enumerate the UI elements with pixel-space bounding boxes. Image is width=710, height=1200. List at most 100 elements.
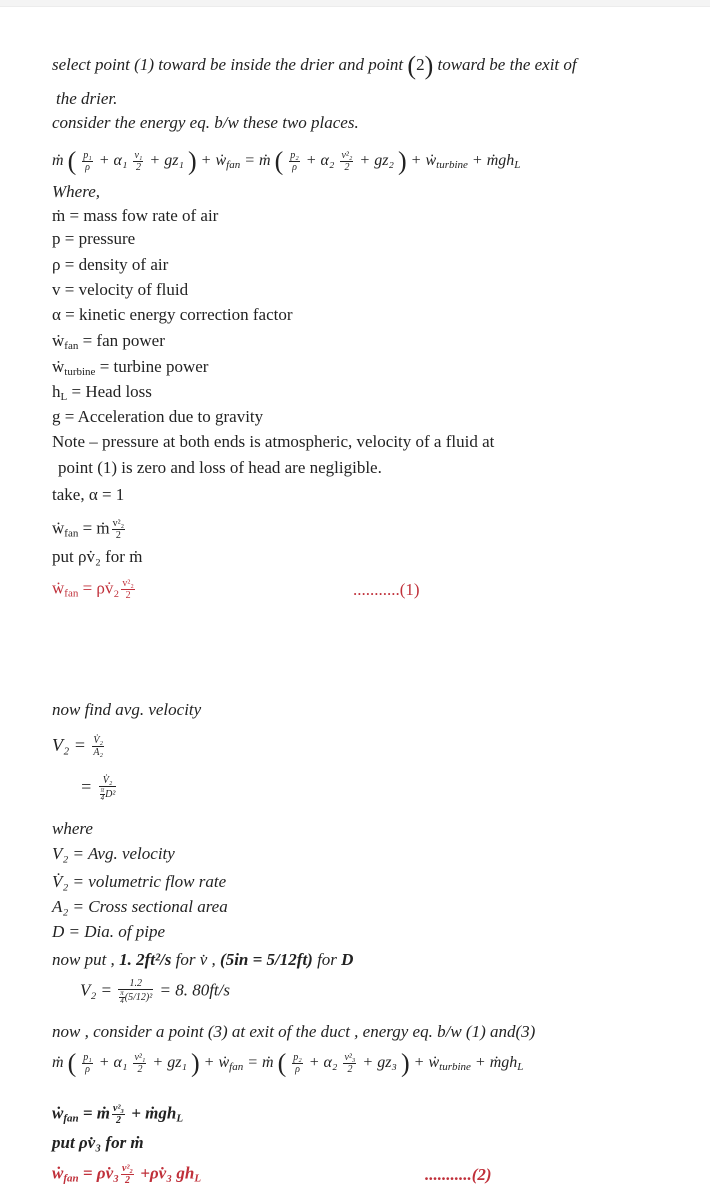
math-token: = pressure (64, 229, 136, 248)
point3-line: now , consider a point (3) at exit of th… (52, 1022, 536, 1041)
math-token: A₂ (52, 897, 69, 916)
math-token: = mass fow rate of air (69, 206, 219, 225)
math-token: fan (64, 527, 79, 540)
fraction: V̇₂ π 4 D² (98, 775, 117, 802)
math-token: L (60, 391, 68, 403)
math-token: = ρv̇₃ (82, 1163, 120, 1183)
definition-item: ẇfan = fan power (52, 331, 165, 352)
math-token: α₁ (113, 152, 128, 170)
math-token: + ṁgh (131, 1103, 177, 1123)
math-token: g (52, 407, 61, 426)
math-token: = Avg. velocity (72, 844, 175, 863)
parenthesis: ) (398, 146, 407, 176)
where-heading: Where, (52, 182, 100, 201)
math-token: ẇ (428, 1054, 440, 1072)
math-token: v (52, 280, 61, 299)
math-token: p₁ (82, 1052, 93, 1064)
math-token: L (176, 1112, 184, 1125)
math-token: h (52, 382, 61, 401)
math-token: for (317, 950, 337, 969)
parenthesis: ( (407, 51, 417, 81)
velocity-definition: V₂ = Avg. velocity (52, 844, 175, 864)
fraction: v²₂ 2 (121, 1163, 134, 1186)
math-token: ẇ (52, 1163, 64, 1183)
math-token: + ṁgh (471, 152, 515, 170)
math-token: v₁ (133, 150, 144, 162)
put-line-2: put ρv̇₃ for ṁ (52, 1133, 144, 1152)
math-token: α₂ (323, 1054, 338, 1072)
fraction: v²₂ 2 (111, 518, 126, 541)
math-token: α₁ (113, 1054, 128, 1072)
math-token: D² (105, 788, 116, 800)
math-token: (5/12)² (124, 991, 153, 1003)
math-token: 2 (125, 1175, 131, 1186)
math-token: = Dia. of pipe (68, 922, 165, 941)
math-token: α (52, 305, 61, 324)
math-token: 1. 2ft²/s (119, 950, 172, 969)
math-token: = velocity of fluid (64, 280, 189, 299)
math-token: turbine (64, 366, 96, 378)
substitution-line: now put , 1. 2ft²/s for v̇ , (5in = 5/12… (52, 950, 353, 970)
math-token: V₂ (52, 844, 69, 863)
math-token: +ρv̇₃ gh (140, 1163, 195, 1183)
take-alpha: take, α = 1 (52, 485, 125, 504)
definition-item: g = Acceleration due to gravity (52, 407, 263, 427)
energy-equation-2: ṁ ( p₁ ρ + α₁ v²₁ 2 + gz₁ ) + ẇfan = ṁ ( p… (52, 1048, 524, 1078)
math-token: gz₁ (164, 152, 184, 170)
math-token: = density of air (64, 255, 169, 274)
parenthesis: ( (274, 146, 284, 176)
v2-equation-expanded: = V̇₂ π 4 D² (80, 775, 118, 802)
math-token: ρ (85, 1064, 90, 1075)
math-token: 2 (115, 530, 121, 541)
note-line-1: Note – pressure at both ends is atmosphe… (52, 432, 495, 451)
math-token: = 8. 80ft/s (159, 980, 230, 1000)
math-token: gz₁ (167, 1054, 187, 1072)
math-token: ṁ (52, 1054, 64, 1072)
math-token: = (80, 776, 93, 797)
math-token: v²₁ (133, 1052, 147, 1064)
math-token: gz₂ (374, 152, 394, 170)
math-token: ṁ (52, 152, 64, 170)
math-token: v²₂ (121, 1163, 134, 1175)
parenthesis: ( (67, 146, 77, 176)
parenthesis: ( (277, 1048, 287, 1078)
math-token: fan (63, 1112, 79, 1125)
avg-velocity-heading: now find avg. velocity (52, 700, 202, 719)
math-token: v²₃ (112, 1103, 125, 1115)
fraction: v²₂ 2 (121, 578, 135, 601)
intro-text: select point (52, 55, 130, 74)
fraction: p₂ ρ (292, 1052, 303, 1075)
wfan-equation-2: ẇfan = ṁ v²₃ 2 + ṁghL (52, 1103, 183, 1126)
math-token: fan (64, 587, 79, 600)
fraction: p₂ ρ (289, 150, 300, 173)
definition-item: hL = Head loss (52, 382, 152, 403)
math-token: (5in = 5/12ft) (220, 950, 313, 969)
definition-item: α = kinetic energy correction factor (52, 305, 293, 325)
top-border (0, 0, 710, 7)
wfan-equation: ẇfan = ṁ v²₂ 2 (52, 518, 127, 541)
math-token: ẇ (215, 152, 227, 170)
math-token: ẇ (52, 518, 65, 538)
math-token: 2 (347, 1064, 353, 1075)
math-token: 2 (125, 590, 131, 601)
equation-ref-1: ...........(1) (353, 580, 420, 599)
fraction: v²₃ 2 (112, 1103, 125, 1126)
math-token: L (517, 1061, 524, 1074)
parenthesis: ) (424, 51, 434, 81)
math-token: α₂ (320, 152, 335, 170)
math-token: V̇₂ (52, 872, 69, 891)
math-token: ẇ (52, 578, 65, 598)
math-token: p₁ (82, 150, 93, 162)
math-token: ρ (52, 255, 61, 274)
math-token: = Head loss (71, 382, 152, 401)
intro-line-1: select point (1) toward be inside the dr… (52, 53, 577, 79)
intro-line-3: consider the energy eq. b/w these two pl… (52, 113, 359, 132)
math-token: A₂ (93, 747, 104, 759)
math-token: 2 (116, 1115, 122, 1126)
fraction: p₁ ρ (82, 1052, 93, 1075)
note-line-2: point (1) is zero and loss of head are n… (58, 458, 382, 477)
math-token: L (514, 159, 521, 172)
fraction: v²₁ 2 (133, 1052, 147, 1075)
fraction: v₁ 2 (133, 150, 144, 173)
math-token: V̇₂ (92, 735, 105, 748)
